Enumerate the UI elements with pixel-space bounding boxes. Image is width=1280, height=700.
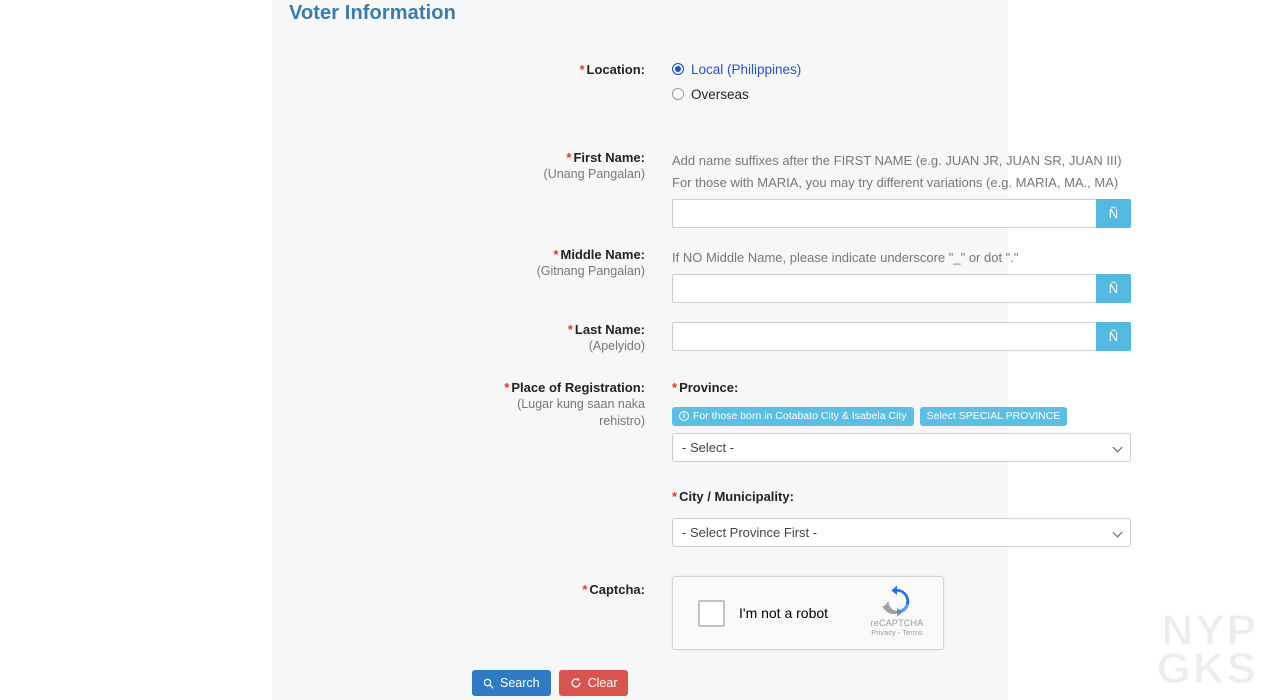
required-asterisk: * — [553, 247, 558, 262]
middle-name-label-text: Middle Name: — [560, 247, 645, 262]
radio-local-label: Local (Philippines) — [691, 62, 801, 77]
required-asterisk: * — [568, 322, 573, 337]
last-name-sublabel: (Apelyido) — [465, 338, 645, 355]
radio-option-local[interactable]: Local (Philippines) — [672, 58, 801, 80]
middle-name-help-line-1: If NO Middle Name, please indicate under… — [672, 247, 1131, 269]
watermark: NYP GKS — [1157, 612, 1258, 688]
last-name-enye-button[interactable]: Ñ — [1096, 322, 1131, 351]
recaptcha-privacy-terms[interactable]: Privacy - Terms — [861, 628, 933, 637]
badge-cotabato-isabela-label: For those born in Cotabato City & Isabel… — [693, 410, 907, 422]
required-asterisk: * — [504, 380, 509, 395]
captcha-label-text: Captcha: — [589, 582, 645, 597]
badge-cotabato-isabela[interactable]: i For those born in Cotabato City & Isab… — [672, 407, 914, 426]
recaptcha-checkbox[interactable] — [698, 600, 725, 627]
place-of-registration-fields: *Province: i For those born in Cotabato … — [672, 380, 1131, 547]
required-asterisk: * — [582, 582, 587, 597]
recaptcha-logo-icon — [881, 585, 913, 617]
radio-overseas-indicator[interactable] — [672, 88, 684, 100]
first-name-label: *First Name: — [465, 150, 645, 166]
city-label: *City / Municipality: — [672, 489, 1131, 505]
middle-name-label: *Middle Name: — [465, 247, 645, 263]
voter-information-panel: Voter Information *Location: Local (Phil… — [272, 0, 1008, 700]
info-icon: i — [679, 411, 689, 421]
watermark-line-2: GKS — [1157, 650, 1258, 688]
recaptcha-checkbox-label: I'm not a robot — [739, 605, 828, 621]
first-name-help-line-2: For those with MARIA, you may try differ… — [672, 172, 1131, 194]
province-select-wrapper: - Select - — [672, 433, 1131, 462]
city-select[interactable]: - Select Province First - — [672, 518, 1131, 547]
first-name-sublabel: (Unang Pangalan) — [465, 166, 645, 183]
middle-name-label-column: *Middle Name: (Gitnang Pangalan) — [465, 247, 645, 280]
middle-name-input[interactable] — [672, 274, 1096, 303]
first-name-fields: Add name suffixes after the FIRST NAME (… — [672, 150, 1131, 228]
required-asterisk: * — [566, 150, 571, 165]
radio-local-indicator[interactable] — [672, 63, 684, 75]
last-name-label-text: Last Name: — [575, 322, 645, 337]
province-select[interactable]: - Select - — [672, 433, 1131, 462]
place-of-registration-label-text: Place of Registration: — [511, 380, 645, 395]
middle-name-enye-button[interactable]: Ñ — [1096, 274, 1131, 303]
last-name-input-group: Ñ — [672, 322, 1131, 351]
location-options: Local (Philippines) Overseas — [672, 58, 801, 105]
form-actions: Search Clear — [472, 670, 628, 696]
middle-name-fields: If NO Middle Name, please indicate under… — [672, 247, 1131, 303]
province-label-text: Province: — [679, 380, 738, 395]
middle-name-sublabel: (Gitnang Pangalan) — [465, 263, 645, 280]
required-asterisk: * — [672, 380, 677, 395]
last-name-label: *Last Name: — [465, 322, 645, 338]
required-asterisk: * — [579, 62, 584, 77]
radio-overseas-label: Overseas — [691, 87, 749, 102]
province-label: *Province: — [672, 380, 1131, 396]
place-of-registration-label: *Place of Registration: — [465, 380, 645, 396]
clear-button-label: Clear — [588, 676, 618, 690]
first-name-label-text: First Name: — [573, 150, 645, 165]
clear-button[interactable]: Clear — [559, 670, 629, 696]
page-title: Voter Information — [289, 2, 456, 25]
search-button-label: Search — [500, 676, 540, 690]
recaptcha-widget[interactable]: I'm not a robot reCAPTCHA Privacy - Term… — [672, 576, 944, 650]
first-name-label-column: *First Name: (Unang Pangalan) — [465, 150, 645, 183]
captcha-label-column: *Captcha: — [465, 582, 645, 598]
first-name-input-group: Ñ — [672, 199, 1131, 228]
recaptcha-brand-name: reCAPTCHA — [861, 618, 933, 628]
badge-select-special-province[interactable]: Select SPECIAL PROVINCE — [920, 407, 1068, 426]
radio-option-overseas[interactable]: Overseas — [672, 83, 801, 105]
required-asterisk: * — [672, 489, 677, 504]
place-of-registration-sublabel-line-2: rehistro) — [465, 413, 645, 430]
last-name-label-column: *Last Name: (Apelyido) — [465, 322, 645, 355]
city-label-text: City / Municipality: — [679, 489, 794, 504]
recaptcha-branding: reCAPTCHA Privacy - Terms — [861, 585, 933, 637]
place-of-registration-label-column: *Place of Registration: (Lugar kung saan… — [465, 380, 645, 430]
screen: Voter Information *Location: Local (Phil… — [0, 0, 1280, 700]
last-name-fields: Ñ — [672, 322, 1131, 351]
reset-icon — [570, 677, 582, 689]
search-icon — [483, 678, 494, 689]
search-button[interactable]: Search — [472, 670, 551, 696]
province-badges: i For those born in Cotabato City & Isab… — [672, 407, 1131, 426]
first-name-enye-button[interactable]: Ñ — [1096, 199, 1131, 228]
first-name-help-line-1: Add name suffixes after the FIRST NAME (… — [672, 150, 1131, 172]
middle-name-input-group: Ñ — [672, 274, 1131, 303]
captcha-fields: I'm not a robot reCAPTCHA Privacy - Term… — [672, 576, 944, 650]
location-label-text: Location: — [587, 62, 646, 77]
city-select-wrapper: - Select Province First - — [672, 518, 1131, 547]
last-name-input[interactable] — [672, 322, 1096, 351]
first-name-input[interactable] — [672, 199, 1096, 228]
location-label: *Location: — [465, 62, 645, 78]
captcha-label: *Captcha: — [465, 582, 645, 598]
place-of-registration-sublabel-line-1: (Lugar kung saan naka — [465, 396, 645, 413]
location-label-column: *Location: — [465, 62, 645, 78]
